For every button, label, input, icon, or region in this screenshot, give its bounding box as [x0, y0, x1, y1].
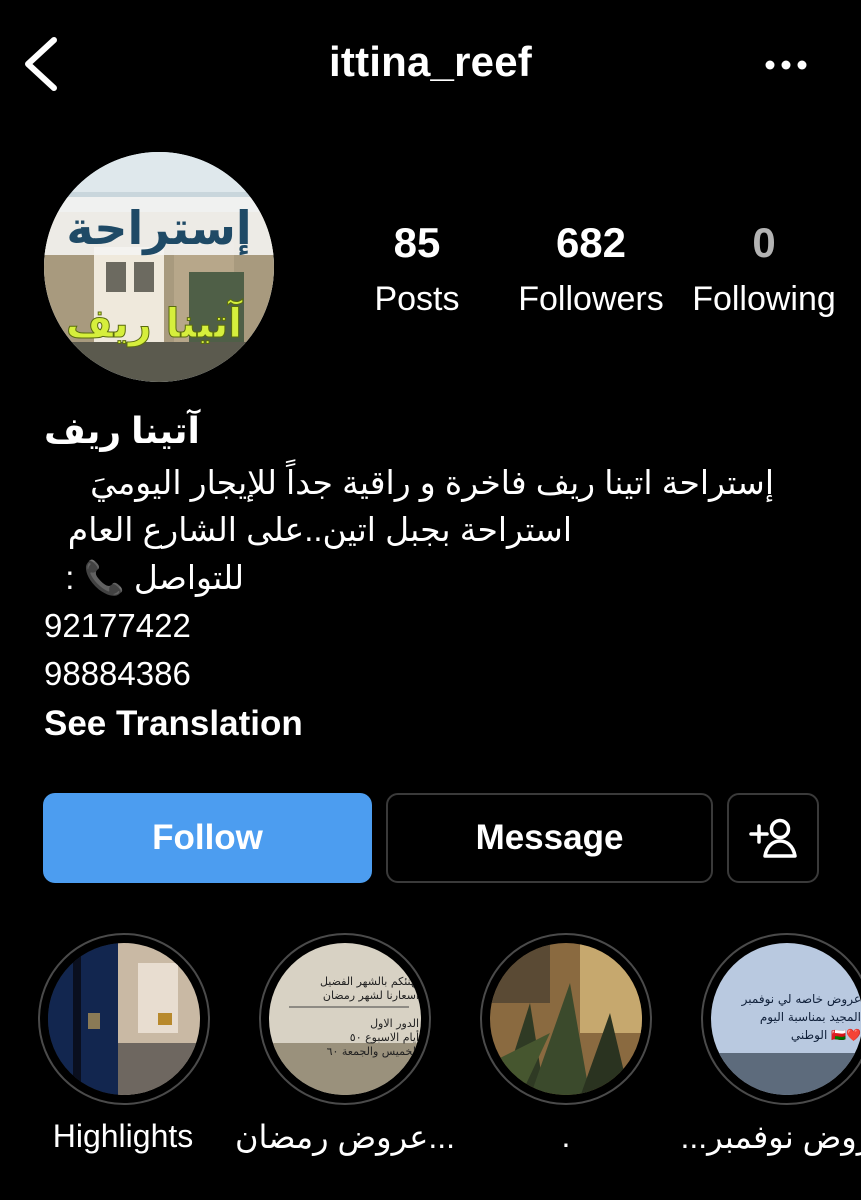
- follow-button[interactable]: Follow: [43, 793, 372, 883]
- highlight-4-label: عروض نوفمبر...: [680, 1119, 861, 1155]
- see-translation-link[interactable]: See Translation: [44, 704, 303, 744]
- highlight-1-label: Highlights: [52, 1118, 194, 1154]
- svg-text:المجيد بمناسبة اليوم: المجيد بمناسبة اليوم: [760, 1010, 861, 1025]
- more-options-icon[interactable]: [760, 50, 812, 80]
- add-person-icon: [749, 818, 797, 858]
- svg-text:نهنئكم بالشهر الفضيل: نهنئكم بالشهر الفضيل: [320, 975, 419, 988]
- highlight-4[interactable]: عروض خاصه لي نوفمبر المجيد بمناسبة اليوم…: [701, 933, 861, 1105]
- highlight-4-cover: عروض خاصه لي نوفمبر المجيد بمناسبة اليوم…: [711, 943, 861, 1095]
- highlight-3[interactable]: [480, 933, 652, 1105]
- highlight-2-cover: نهنئكم بالشهر الفضيل أسعارنا لشهر رمضان …: [269, 943, 421, 1095]
- following-label: Following: [692, 280, 836, 318]
- stat-following[interactable]: 0 Following: [674, 219, 854, 318]
- followers-label: Followers: [518, 280, 664, 318]
- highlight-1-cover: [48, 943, 200, 1095]
- avatar-sign-text: إستراحة: [66, 201, 251, 256]
- posts-label: Posts: [374, 280, 460, 318]
- bio-phone-1[interactable]: 92177422: [44, 606, 191, 646]
- svg-text:أسعارنا لشهر رمضان: أسعارنا لشهر رمضان: [323, 988, 419, 1002]
- avatar-script-text: آتينا ريف: [66, 298, 243, 347]
- following-count: 0: [752, 219, 776, 266]
- profile-avatar[interactable]: إستراحة آتينا ريف: [44, 152, 274, 382]
- svg-text:أيام الاسبوع ٥٠: أيام الاسبوع ٥٠: [350, 1030, 419, 1044]
- bio-line-3: للتواصل 📞 :: [65, 559, 244, 596]
- message-button[interactable]: Message: [386, 793, 713, 883]
- highlight-2-label: عروض رمضان...: [234, 1119, 456, 1155]
- highlight-1[interactable]: [38, 933, 210, 1105]
- bio-phone-2[interactable]: 98884386: [44, 654, 191, 694]
- stat-followers[interactable]: 682 Followers: [501, 219, 681, 318]
- highlight-3-cover: [490, 943, 642, 1095]
- avatar-image: إستراحة آتينا ريف: [44, 152, 274, 382]
- highlight-2[interactable]: نهنئكم بالشهر الفضيل أسعارنا لشهر رمضان …: [259, 933, 431, 1105]
- bio-line-2: استراحة بجبل اتين..على الشارع العام: [67, 511, 572, 548]
- followers-count: 682: [555, 219, 627, 266]
- display-name: آتينا ريف: [44, 410, 200, 451]
- svg-text:عروض خاصه لي نوفمبر: عروض خاصه لي نوفمبر: [741, 992, 861, 1007]
- bio-line-1: إستراحة اتينا ريف فاخرة و راقية جداً للإ…: [90, 464, 774, 501]
- svg-text:الوطني 🇴🇲❤️: الوطني 🇴🇲❤️: [791, 1028, 861, 1043]
- stat-posts[interactable]: 85 Posts: [327, 219, 507, 318]
- profile-username: ittina_reef: [329, 38, 532, 85]
- svg-text:الخميس والجمعة ٦٠: الخميس والجمعة ٦٠: [327, 1045, 419, 1058]
- suggest-people-button[interactable]: [727, 793, 819, 883]
- highlight-3-label: .: [561, 1118, 571, 1154]
- svg-text:الدور الاول: الدور الاول: [370, 1017, 419, 1030]
- posts-count: 85: [393, 219, 441, 266]
